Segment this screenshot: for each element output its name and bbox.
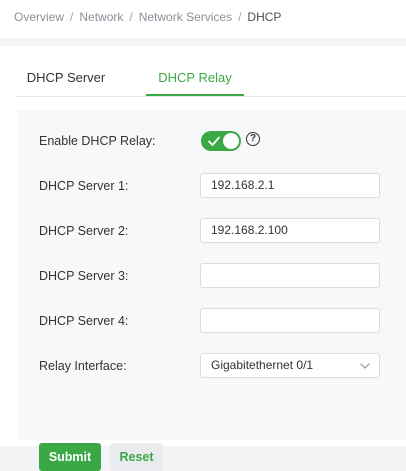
enable-relay-toggle[interactable] <box>201 131 241 151</box>
tab-dhcp-relay[interactable]: DHCP Relay <box>146 62 244 96</box>
server3-input[interactable] <box>200 263 380 288</box>
breadcrumb-separator: / <box>129 10 133 24</box>
breadcrumb-network[interactable]: Network <box>79 10 123 24</box>
server3-label: DHCP Server 3: <box>39 269 129 283</box>
server1-label: DHCP Server 1: <box>39 179 129 193</box>
breadcrumb: Overview / Network / Network Services / DHCP <box>14 10 281 24</box>
relay-form: Enable DHCP Relay: ? DHCP Server 1: 192.… <box>18 110 406 471</box>
enable-relay-label: Enable DHCP Relay: <box>39 134 156 148</box>
breadcrumb-overview[interactable]: Overview <box>14 10 64 24</box>
check-icon <box>208 136 220 146</box>
server4-input[interactable] <box>200 308 380 333</box>
breadcrumb-network-services[interactable]: Network Services <box>139 10 232 24</box>
top-bar: Overview / Network / Network Services / DHCP <box>0 0 406 38</box>
breadcrumb-dhcp: DHCP <box>247 10 282 24</box>
relay-interface-value: Gigabitethernet 0/1 <box>211 358 314 372</box>
content-card: DHCP Server DHCP Relay Enable DHCP Relay… <box>0 46 406 471</box>
server2-label: DHCP Server 2: <box>39 224 129 238</box>
tab-bar: DHCP Server DHCP Relay <box>16 62 406 97</box>
relay-interface-select[interactable]: Gigabitethernet 0/1 <box>200 353 380 378</box>
server2-input[interactable]: 192.168.2.100 <box>200 218 380 243</box>
breadcrumb-separator: / <box>70 10 74 24</box>
submit-button[interactable]: Submit <box>39 443 101 471</box>
server4-label: DHCP Server 4: <box>39 314 129 328</box>
reset-button[interactable]: Reset <box>110 443 163 471</box>
question-circle-icon[interactable]: ? <box>246 132 260 146</box>
tab-dhcp-server[interactable]: DHCP Server <box>16 62 116 96</box>
server1-input[interactable]: 192.168.2.1 <box>200 173 380 198</box>
relay-interface-label: Relay Interface: <box>39 359 127 373</box>
chevron-down-icon <box>360 363 370 369</box>
toggle-knob <box>223 133 239 149</box>
breadcrumb-separator: / <box>238 10 242 24</box>
